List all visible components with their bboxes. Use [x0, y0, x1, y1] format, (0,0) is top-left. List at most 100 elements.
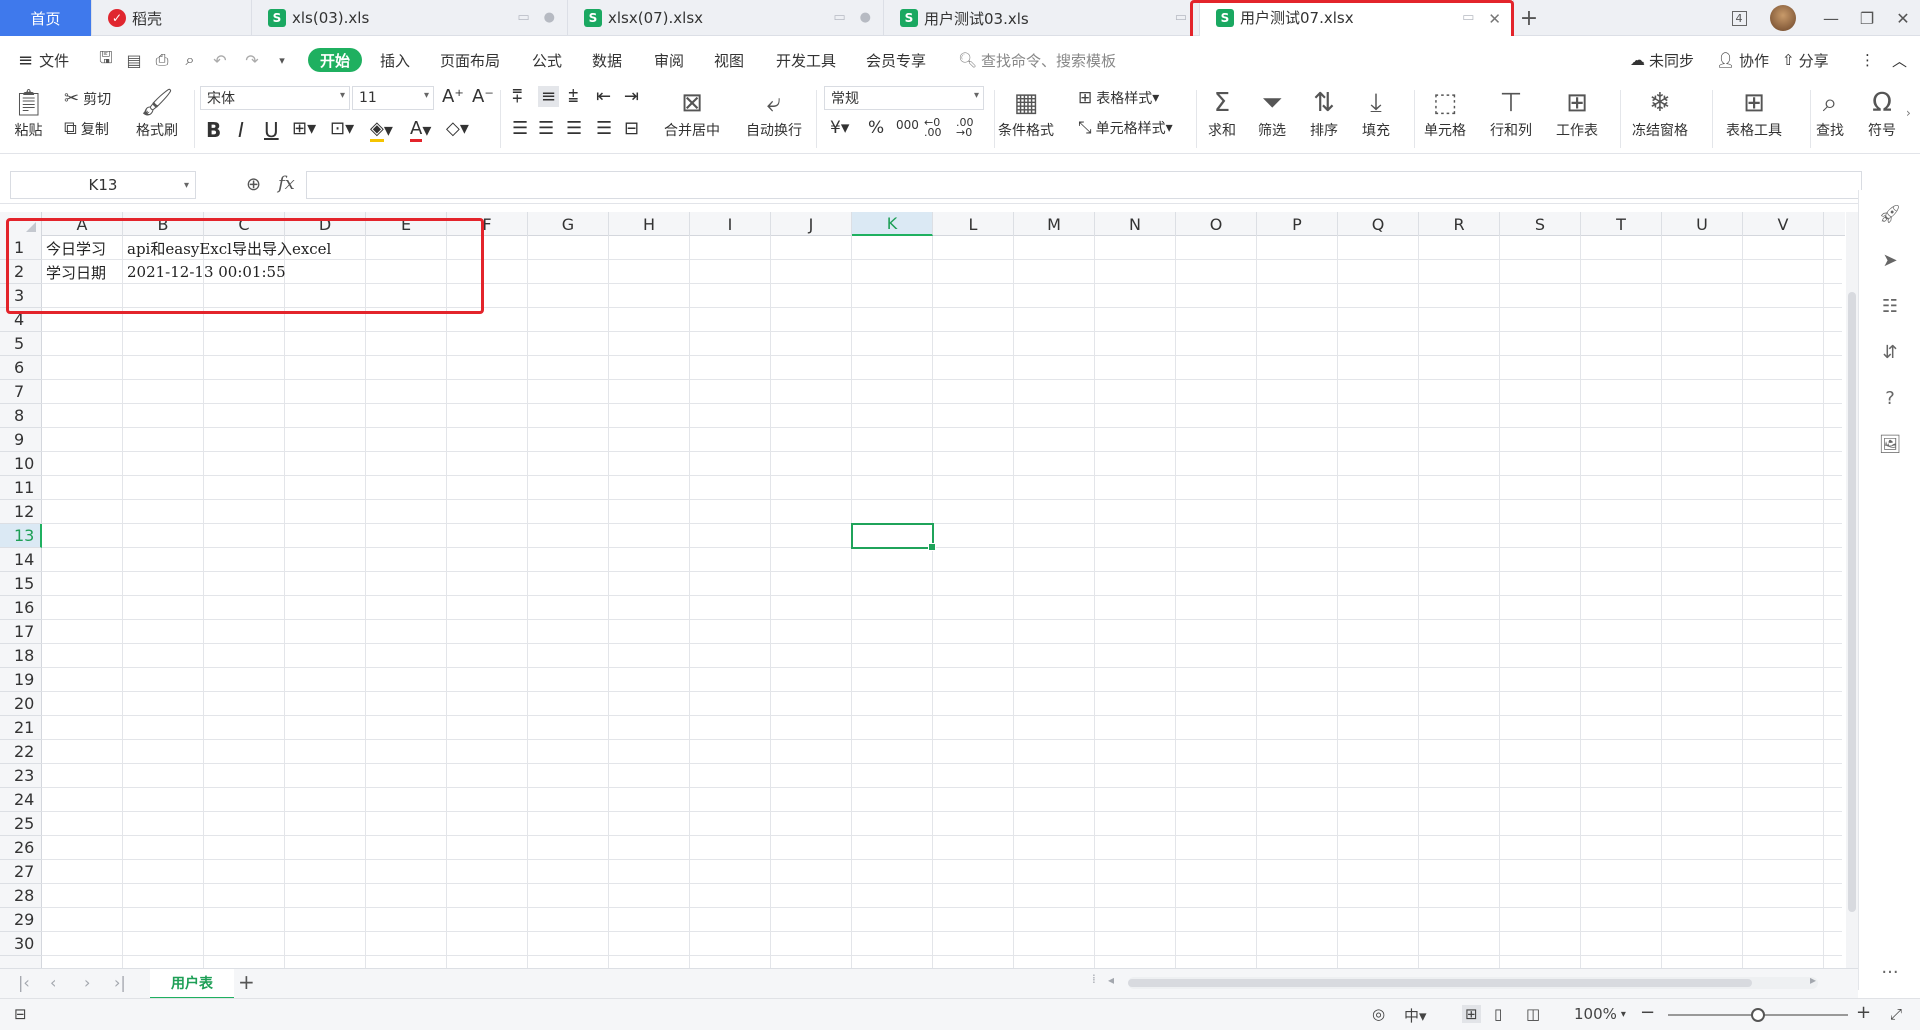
last-sheet-icon[interactable]: ›|: [114, 973, 126, 992]
tab-user-test-03[interactable]: S 用户测试03.xls ▭: [884, 0, 1200, 36]
column-header-P[interactable]: P: [1257, 212, 1338, 236]
indent-increase-icon[interactable]: ⇥: [624, 86, 639, 107]
italic-button[interactable]: I: [238, 118, 244, 142]
align-left-icon[interactable]: ☰: [512, 118, 528, 139]
table-tools-button[interactable]: ⊞ 表格工具: [1726, 86, 1782, 140]
cell-style-icon[interactable]: ⊡▾: [330, 118, 354, 139]
symbol-button[interactable]: Ω 符号: [1868, 86, 1896, 140]
menu-data[interactable]: 数据: [592, 48, 622, 72]
column-header-U[interactable]: U: [1662, 212, 1743, 236]
freeze-panes-button[interactable]: ❄ 冻结窗格: [1632, 86, 1688, 140]
table-style-button[interactable]: ⊞ 表格样式 ▾: [1078, 88, 1159, 108]
print-icon[interactable]: ⎙: [152, 50, 172, 70]
menu-page-layout[interactable]: 页面布局: [440, 48, 500, 72]
cell-style-button[interactable]: ⤡ 单元格样式 ▾: [1078, 118, 1173, 138]
page-layout-view-icon[interactable]: ▯: [1494, 1005, 1502, 1023]
column-header-H[interactable]: H: [609, 212, 690, 236]
underline-button[interactable]: U: [264, 118, 279, 142]
column-header-F[interactable]: F: [447, 212, 528, 236]
name-box[interactable]: K13 ▾: [10, 171, 196, 199]
collapse-ribbon-icon[interactable]: ︿: [1892, 48, 1907, 72]
page-break-view-icon[interactable]: ◫: [1526, 1005, 1540, 1023]
column-header-K[interactable]: K: [852, 212, 933, 236]
zoom-slider-knob[interactable]: [1751, 1008, 1765, 1022]
cells-button[interactable]: ⬚ 单元格: [1424, 86, 1466, 140]
sliders-icon[interactable]: ☷: [1878, 294, 1902, 318]
worksheet-button[interactable]: ⊞ 工作表: [1556, 86, 1598, 140]
add-sheet-button[interactable]: +: [238, 970, 255, 994]
tab-daoke[interactable]: ✓ 稻壳: [92, 0, 252, 36]
image-tool-icon[interactable]: 🖼︎: [1878, 432, 1902, 456]
align-middle-icon[interactable]: ≡: [538, 86, 560, 107]
row-header-5[interactable]: 5: [0, 332, 42, 356]
align-right-icon[interactable]: ☰: [566, 118, 582, 139]
menu-formulas[interactable]: 公式: [532, 48, 562, 72]
row-header-24[interactable]: 24: [0, 788, 42, 812]
cursor-icon[interactable]: ➤: [1878, 248, 1902, 272]
column-header-N[interactable]: N: [1095, 212, 1176, 236]
tab-home[interactable]: 首页: [0, 0, 92, 36]
row-header-23[interactable]: 23: [0, 764, 42, 788]
row-header-3[interactable]: 3: [0, 284, 42, 308]
menu-review[interactable]: 审阅: [654, 48, 684, 72]
active-cell-K13[interactable]: [851, 523, 936, 551]
input-method-icon[interactable]: 中▾: [1404, 1005, 1427, 1026]
formula-input[interactable]: [306, 171, 1862, 199]
increase-font-icon[interactable]: A⁺: [442, 86, 464, 107]
column-header-L[interactable]: L: [933, 212, 1014, 236]
dot-icon[interactable]: ●: [860, 10, 871, 25]
row-header-19[interactable]: 19: [0, 668, 42, 692]
column-header-J[interactable]: J: [771, 212, 852, 236]
close-window-icon[interactable]: ✕: [1884, 0, 1920, 36]
file-menu[interactable]: ≡ 文件: [18, 48, 69, 72]
vertical-scroll-thumb[interactable]: [1848, 292, 1856, 912]
decrease-font-icon[interactable]: A⁻: [472, 86, 494, 107]
clear-format-icon[interactable]: ◇▾: [446, 118, 469, 139]
menu-developer[interactable]: 开发工具: [776, 48, 836, 72]
currency-icon[interactable]: ¥▾: [830, 118, 849, 138]
sum-button[interactable]: Σ 求和: [1208, 86, 1236, 140]
row-header-8[interactable]: 8: [0, 404, 42, 428]
column-header-M[interactable]: M: [1014, 212, 1095, 236]
row-header-26[interactable]: 26: [0, 836, 42, 860]
copy-button[interactable]: ⧉ 复制: [64, 118, 109, 139]
command-search[interactable]: 🔍︎ 查找命令、搜索模板: [958, 48, 1116, 72]
cell-A2[interactable]: 学习日期: [42, 260, 123, 284]
normal-view-icon[interactable]: ⊞: [1462, 1005, 1481, 1023]
font-size-select[interactable]: 11 ▾: [352, 86, 434, 110]
avatar[interactable]: [1764, 0, 1802, 36]
column-header-O[interactable]: O: [1176, 212, 1257, 236]
row-header-28[interactable]: 28: [0, 884, 42, 908]
horizontal-scrollbar[interactable]: [1128, 977, 1818, 989]
scroll-divider-icon[interactable]: ⁞: [1092, 972, 1096, 986]
help-icon[interactable]: ?: [1878, 386, 1902, 410]
menu-view[interactable]: 视图: [714, 48, 744, 72]
column-header-A[interactable]: A: [42, 212, 123, 236]
font-name-select[interactable]: 宋体 ▾: [200, 86, 350, 110]
spreadsheet-grid[interactable]: ABCDEFGHIJKLMNOPQRSTUV 1 2 3 4 5 6 7 8 9 10 11 12 13…: [0, 212, 1845, 970]
monitor-icon[interactable]: ▭: [1175, 10, 1187, 25]
macro-record-icon[interactable]: ⊟: [14, 1005, 27, 1023]
fx-icon[interactable]: fx: [278, 173, 295, 194]
sync-status-button[interactable]: ☁ 未同步: [1630, 48, 1694, 72]
share-button[interactable]: ⇧ 分享: [1782, 48, 1829, 72]
undo-icon[interactable]: ↶: [210, 50, 230, 70]
border-icon[interactable]: ⊞▾: [292, 118, 316, 139]
eye-protection-icon[interactable]: ◎: [1372, 1005, 1385, 1023]
menu-start[interactable]: 开始: [308, 48, 363, 72]
dot-icon[interactable]: ●: [544, 10, 555, 25]
zoom-search-icon[interactable]: ⊕: [246, 174, 261, 195]
zoom-in-icon[interactable]: +: [1856, 1002, 1871, 1023]
select-all-corner[interactable]: [0, 212, 42, 236]
monitor-icon[interactable]: ▭: [833, 10, 845, 25]
row-header-4[interactable]: 4: [0, 308, 42, 332]
column-header-T[interactable]: T: [1581, 212, 1662, 236]
monitor-icon[interactable]: ▭: [517, 10, 529, 25]
column-header-I[interactable]: I: [690, 212, 771, 236]
row-header-6[interactable]: 6: [0, 356, 42, 380]
row-header-9[interactable]: 9: [0, 428, 42, 452]
column-header-Q[interactable]: Q: [1338, 212, 1419, 236]
fullscreen-icon[interactable]: ⤢: [1890, 1005, 1902, 1023]
row-header-18[interactable]: 18: [0, 644, 42, 668]
close-icon[interactable]: ✕: [1488, 10, 1501, 28]
